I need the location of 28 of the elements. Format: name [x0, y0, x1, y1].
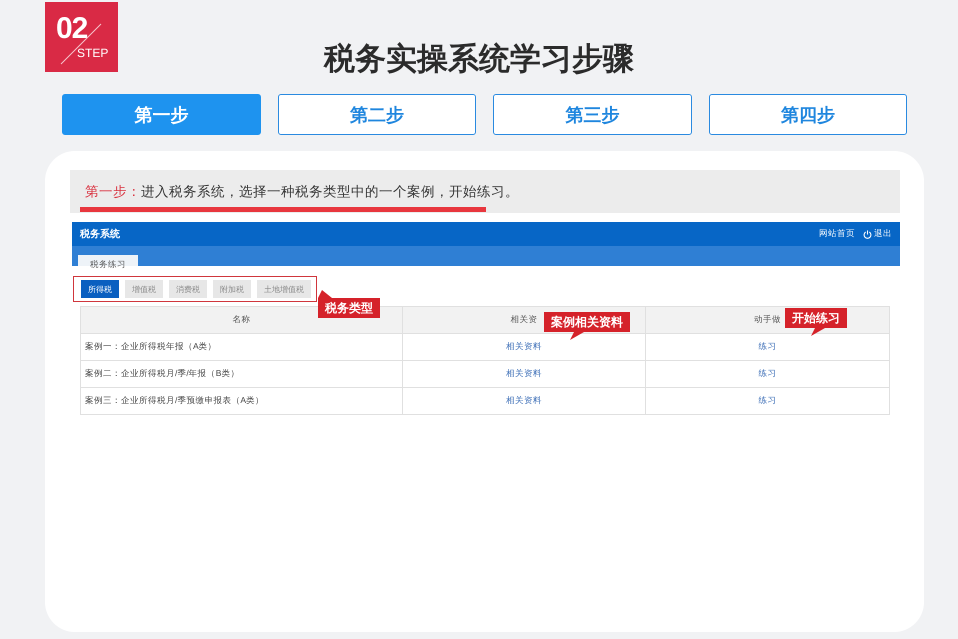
callout-label: 案例相关资料: [544, 312, 630, 340]
step-tab[interactable]: 第二步: [278, 94, 476, 135]
materials-link[interactable]: 相关资料: [506, 395, 542, 405]
step-number: 02: [56, 12, 88, 46]
tax-type-tab[interactable]: 附加税: [213, 280, 251, 298]
tax-type-tab[interactable]: 增值税: [125, 280, 163, 298]
practice-link[interactable]: 练习: [758, 341, 777, 351]
tax-type-tab[interactable]: 土地增值税: [257, 280, 311, 298]
materials-link[interactable]: 相关资料: [506, 341, 542, 351]
instruction-text: 第一步：进入税务系统，选择一种税务类型中的一个案例，开始练习。: [84, 183, 520, 201]
practice-link[interactable]: 练习: [758, 368, 777, 378]
step-tab[interactable]: 第一步: [62, 94, 260, 135]
step-tab[interactable]: 第四步: [708, 94, 907, 135]
logout-link[interactable]: 退出: [863, 228, 892, 240]
tax-type-tab[interactable]: 所得税: [81, 280, 119, 298]
step-tab[interactable]: 第三步: [493, 94, 692, 135]
materials-link[interactable]: 相关资料: [506, 368, 542, 378]
step-label: STEP: [77, 46, 108, 60]
callout-label: 税务类型: [318, 290, 380, 318]
tax-type-tab[interactable]: 消费税: [169, 280, 207, 298]
practice-link[interactable]: 练习: [758, 395, 777, 405]
page-title: 税务实操系统学习步骤: [322, 40, 635, 78]
system-title: 税务系统: [80, 228, 120, 241]
case-name-cell: 案例三：企业所得税月/季预缴申报表（A类）: [80, 388, 402, 414]
case-name-cell: 案例二：企业所得税月/季/年报（B类）: [80, 360, 402, 388]
nav-tab[interactable]: 税务练习: [78, 255, 138, 266]
case-name-cell: 案例一：企业所得税年报（A类）: [80, 334, 402, 360]
home-link[interactable]: 网站首页: [819, 228, 855, 240]
